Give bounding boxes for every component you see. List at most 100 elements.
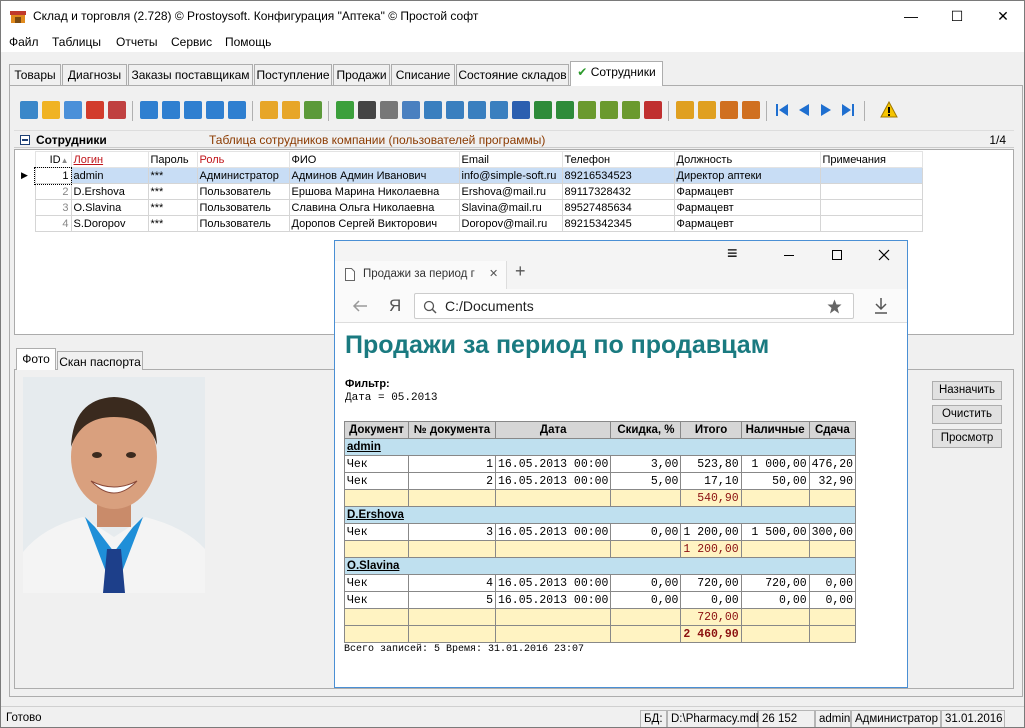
column-header-notes[interactable]: Примечания — [819, 151, 923, 168]
table-settings-icon[interactable] — [720, 101, 738, 119]
tab-writeoff[interactable]: Списание — [391, 64, 455, 85]
cell-email[interactable]: Slavina@mail.ru — [458, 199, 563, 216]
filter-icon[interactable] — [140, 101, 158, 119]
cell-notes[interactable] — [819, 215, 923, 232]
filter-remove-icon[interactable] — [162, 101, 180, 119]
minimize-button[interactable]: — — [888, 1, 934, 32]
cell-phone[interactable]: 89117328432 — [561, 183, 675, 200]
tab-close-icon[interactable]: ✕ — [489, 267, 498, 280]
tab-sales[interactable]: Продажи — [333, 64, 390, 85]
column-header-position[interactable]: Должность — [673, 151, 821, 168]
menu-reports[interactable]: Отчеты — [116, 35, 157, 49]
export-word-icon[interactable] — [512, 101, 530, 119]
menu-help[interactable]: Помощь — [225, 35, 271, 49]
columns-icon[interactable] — [698, 101, 716, 119]
browser-tab[interactable]: Продажи за период г ✕ — [335, 261, 507, 289]
cell-password[interactable]: *** — [147, 167, 198, 184]
cell-id[interactable]: 4 — [34, 215, 72, 232]
column-header-fio[interactable]: ФИО — [288, 151, 460, 168]
column-header-id[interactable]: ID▲ — [34, 151, 72, 168]
cell-fio[interactable]: Славина Ольга Николаевна — [288, 199, 460, 216]
column-header-role[interactable]: Роль — [196, 151, 290, 168]
cell-role[interactable]: Пользователь — [196, 215, 290, 232]
cell-password[interactable]: *** — [147, 183, 198, 200]
delete-all-icon[interactable] — [108, 101, 126, 119]
export-csv-icon[interactable] — [556, 101, 574, 119]
browser-menu-icon[interactable]: ≡ — [727, 243, 738, 264]
filter-edit-icon[interactable] — [228, 101, 246, 119]
last-record-icon[interactable] — [840, 102, 856, 118]
back-arrow-icon[interactable] — [352, 299, 368, 313]
tab-passport-scan[interactable]: Скан паспорта — [57, 351, 143, 370]
cell-phone[interactable]: 89527485634 — [561, 199, 675, 216]
clear-photo-button[interactable]: Очистить — [932, 405, 1002, 424]
form-icon[interactable] — [742, 101, 760, 119]
cell-position[interactable]: Фармацевт — [673, 183, 821, 200]
new-tab-icon[interactable]: + — [515, 261, 526, 282]
refresh-icon[interactable] — [336, 101, 354, 119]
cell-login[interactable]: admin — [70, 167, 149, 184]
menu-service[interactable]: Сервис — [171, 35, 212, 49]
address-box[interactable]: C:/Documents — [414, 293, 854, 319]
column-header-phone[interactable]: Телефон — [561, 151, 675, 168]
cell-phone[interactable]: 89216534523 — [561, 167, 675, 184]
filter-clear-icon[interactable] — [184, 101, 202, 119]
export-pdf-icon[interactable] — [600, 101, 618, 119]
view-photo-button[interactable]: Просмотр — [932, 429, 1002, 448]
menu-tables[interactable]: Таблицы — [52, 35, 101, 49]
export-rtf-icon[interactable] — [622, 101, 640, 119]
cell-position[interactable]: Фармацевт — [673, 215, 821, 232]
export-txt-icon[interactable] — [490, 101, 508, 119]
export-icon[interactable] — [424, 101, 442, 119]
cell-position[interactable]: Фармацевт — [673, 199, 821, 216]
yandex-icon[interactable]: Я — [389, 296, 401, 316]
table-row[interactable]: 2 D.Ershova *** Пользователь Ершова Мари… — [19, 183, 923, 200]
preview-icon[interactable] — [402, 101, 420, 119]
export-excel-icon[interactable] — [534, 101, 552, 119]
tab-goods[interactable]: Товары — [9, 64, 61, 85]
cell-password[interactable]: *** — [147, 199, 198, 216]
cell-fio[interactable]: Доропов Сергей Викторович — [288, 215, 460, 232]
export-html-icon[interactable] — [446, 101, 464, 119]
column-header-login[interactable]: Логин — [70, 151, 149, 168]
tab-supplier-orders[interactable]: Заказы поставщикам — [128, 64, 253, 85]
tab-receipts[interactable]: Поступление — [254, 64, 332, 85]
download-icon[interactable] — [873, 297, 889, 315]
filter-settings-icon[interactable] — [206, 101, 224, 119]
column-header-email[interactable]: Email — [458, 151, 563, 168]
cell-position[interactable]: Директор аптеки — [673, 167, 821, 184]
tab-warehouse-state[interactable]: Состояние складов — [456, 64, 569, 85]
tab-photo[interactable]: Фото — [16, 348, 56, 370]
print-icon[interactable] — [380, 101, 398, 119]
cell-login[interactable]: O.Slavina — [70, 199, 149, 216]
cell-id[interactable]: 1 — [34, 166, 72, 185]
warning-icon[interactable] — [880, 101, 898, 119]
binoculars-icon[interactable] — [358, 101, 376, 119]
table-row[interactable]: 4 S.Doropov *** Пользователь Доропов Сер… — [19, 215, 923, 232]
assign-photo-button[interactable]: Назначить — [932, 381, 1002, 400]
address-input[interactable]: C:/Documents — [445, 298, 534, 314]
cell-id[interactable]: 2 — [34, 183, 72, 200]
prev-record-icon[interactable] — [796, 102, 812, 118]
cell-notes[interactable] — [819, 183, 923, 200]
cell-login[interactable]: S.Doropov — [70, 215, 149, 232]
sort-icon[interactable] — [676, 101, 694, 119]
cell-fio[interactable]: Админов Админ Иванович — [288, 167, 460, 184]
cell-login[interactable]: D.Ershova — [70, 183, 149, 200]
copy-icon[interactable] — [64, 101, 82, 119]
group-filter-icon[interactable] — [260, 101, 278, 119]
cell-password[interactable]: *** — [147, 215, 198, 232]
table-row[interactable]: 3 O.Slavina *** Пользователь Славина Оль… — [19, 199, 923, 216]
cell-role[interactable]: Пользователь — [196, 183, 290, 200]
browser-minimize-icon[interactable] — [783, 249, 795, 261]
tree-icon[interactable] — [282, 101, 300, 119]
edit-icon[interactable] — [42, 101, 60, 119]
cell-email[interactable]: info@simple-soft.ru — [458, 167, 563, 184]
cell-fio[interactable]: Ершова Марина Николаевна — [288, 183, 460, 200]
cell-email[interactable]: Ershova@mail.ru — [458, 183, 563, 200]
delete-icon[interactable] — [86, 101, 104, 119]
cell-notes[interactable] — [819, 199, 923, 216]
tab-employees[interactable]: ✔ Сотрудники — [570, 61, 663, 86]
table-row[interactable]: ▶ 1 admin *** Администратор Админов Адми… — [19, 166, 923, 185]
export-xml-icon[interactable] — [468, 101, 486, 119]
